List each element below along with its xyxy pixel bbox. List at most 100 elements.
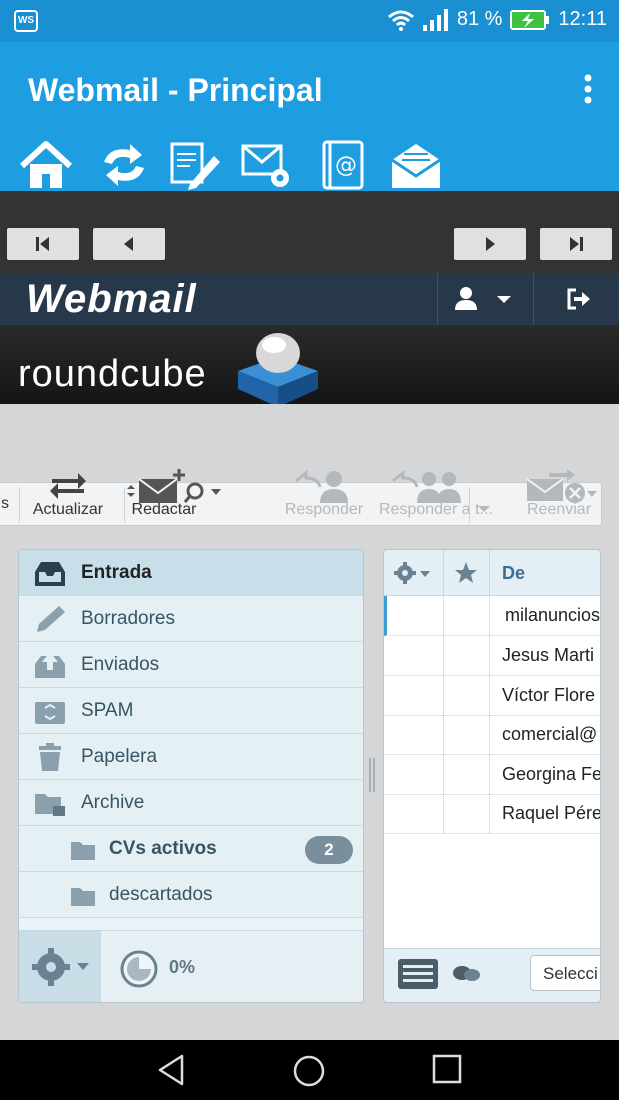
reply-icon xyxy=(295,469,348,503)
message-row[interactable]: Víctor Flore xyxy=(384,676,600,716)
message-row[interactable]: Georgina Fe xyxy=(384,755,601,795)
message-list-footer: Selecci xyxy=(384,948,600,1002)
refresh-label: Actualizar xyxy=(32,501,104,518)
toolbar-partial-label: s xyxy=(1,495,9,512)
message-list: De milanuncios Jesus Marti Víctor Flore … xyxy=(383,549,601,1003)
svg-text:@: @ xyxy=(335,153,357,178)
message-from: Raquel Pére xyxy=(502,803,601,823)
clock: 12:11 xyxy=(558,8,607,30)
last-page-button[interactable] xyxy=(540,228,612,260)
folder-footer: 0% xyxy=(19,930,363,1002)
forward-button[interactable]: Reenviar xyxy=(519,467,599,518)
user-menu-icon[interactable] xyxy=(455,286,515,312)
message-row[interactable]: comercial@ xyxy=(384,715,600,755)
webmail-logo: Webmail xyxy=(26,277,197,321)
roundcube-logo-text: roundcube xyxy=(18,353,207,395)
recents-square-icon[interactable] xyxy=(432,1054,462,1084)
threads-icon[interactable] xyxy=(452,963,482,985)
folder-item-spam[interactable]: SPAM xyxy=(19,688,363,734)
refresh-arrows-icon xyxy=(50,473,86,499)
roundcube-logo-icon xyxy=(238,333,318,407)
folder-item-entrada[interactable]: Entrada xyxy=(19,550,363,596)
battery-percent: 81 % xyxy=(456,8,503,30)
compose-label: Redactar xyxy=(131,501,197,518)
sync-icon[interactable] xyxy=(96,140,152,190)
outbox-icon xyxy=(35,652,65,678)
message-row[interactable]: Raquel Pére xyxy=(384,794,601,834)
flag-star-icon[interactable] xyxy=(454,561,478,585)
gear-icon xyxy=(32,948,89,986)
message-from: milanuncios xyxy=(505,605,601,625)
list-view-icon[interactable] xyxy=(396,957,440,991)
message-row[interactable]: milanuncios xyxy=(384,596,601,636)
compose-mail-icon xyxy=(127,469,221,503)
mail-settings-icon[interactable] xyxy=(240,140,296,190)
folder-item-archive[interactable]: Archive xyxy=(19,780,363,826)
roundcube-header: roundcube xyxy=(0,325,619,407)
back-triangle-icon[interactable] xyxy=(156,1054,188,1086)
signal-icon xyxy=(422,8,448,31)
folder-label: Borradores xyxy=(81,608,175,629)
folder-icon xyxy=(71,888,95,906)
inbox-icon xyxy=(35,562,65,586)
folder-settings-button[interactable] xyxy=(19,931,101,1002)
message-from: Jesus Marti xyxy=(502,645,595,665)
panel-splitter-handle[interactable] xyxy=(368,758,376,792)
column-header-from[interactable]: De xyxy=(502,563,525,584)
quota-value: 0% xyxy=(169,957,196,977)
folder-item-cvs-activos[interactable]: CVs activos 2 xyxy=(19,826,363,872)
reply-all-icon xyxy=(392,469,461,503)
select-button[interactable]: Selecci xyxy=(530,955,600,991)
previous-page-button[interactable] xyxy=(93,228,165,260)
overflow-menu-icon[interactable] xyxy=(583,74,593,104)
refresh-button[interactable]: Actualizar xyxy=(25,467,111,518)
message-from: Georgina Fe xyxy=(502,764,601,784)
system-nav-bar xyxy=(0,1040,619,1100)
folder-item-papelera[interactable]: Papelera xyxy=(19,734,363,780)
list-options-gear-icon[interactable] xyxy=(394,562,434,584)
folder-label: descartados xyxy=(109,884,213,905)
unread-count-badge: 2 xyxy=(305,836,353,864)
address-book-icon[interactable]: @ xyxy=(316,140,372,190)
message-row[interactable]: Jesus Marti xyxy=(384,636,600,676)
header-divider xyxy=(437,273,438,325)
wifi-icon xyxy=(387,10,414,31)
reply-all-button[interactable]: Responder a t... xyxy=(379,467,493,518)
reply-button[interactable]: Responder xyxy=(281,467,367,518)
app-title: Webmail - Principal xyxy=(28,72,323,108)
toolbar-divider xyxy=(19,487,20,523)
app-bar: Webmail - Principal xyxy=(0,42,619,138)
webmail-header: Webmail xyxy=(0,273,619,325)
pencil-icon xyxy=(37,606,65,632)
message-from: Víctor Flore xyxy=(502,685,596,705)
folder-label: CVs activos xyxy=(109,838,217,859)
folder-label: Entrada xyxy=(81,562,152,583)
folder-label: Enviados xyxy=(81,654,160,675)
folder-label: Papelera xyxy=(81,746,158,767)
spam-recycle-icon xyxy=(35,702,65,724)
mail-content: s Actualizar Redactar Responder Responde… xyxy=(0,404,619,1040)
folder-item-enviados[interactable]: Enviados xyxy=(19,642,363,688)
quota-pie-icon xyxy=(120,950,158,988)
next-page-button[interactable] xyxy=(454,228,526,260)
home-icon[interactable] xyxy=(18,140,74,190)
trash-icon xyxy=(39,743,61,771)
forward-mail-icon xyxy=(526,469,597,503)
reply-label: Responder xyxy=(284,501,364,518)
message-list-header: De xyxy=(384,550,600,596)
edit-document-icon[interactable] xyxy=(166,140,222,190)
open-mail-icon[interactable] xyxy=(388,140,444,190)
toolbar-divider xyxy=(469,487,470,523)
reply-all-label: Responder a t... xyxy=(379,501,493,518)
compose-button[interactable]: Redactar xyxy=(125,467,221,518)
first-page-button[interactable] xyxy=(7,228,79,260)
folder-item-descartados[interactable]: descartados xyxy=(19,872,363,918)
folder-list: Entrada Borradores Enviados SPAM Papeler… xyxy=(18,549,364,1003)
logout-icon[interactable] xyxy=(566,287,592,311)
folder-label: SPAM xyxy=(81,700,134,721)
home-circle-icon[interactable] xyxy=(292,1054,326,1088)
reply-options-chevron-icon[interactable] xyxy=(477,505,491,513)
message-from: comercial@ xyxy=(502,724,598,744)
folder-icon xyxy=(71,842,95,860)
folder-item-borradores[interactable]: Borradores xyxy=(19,596,363,642)
